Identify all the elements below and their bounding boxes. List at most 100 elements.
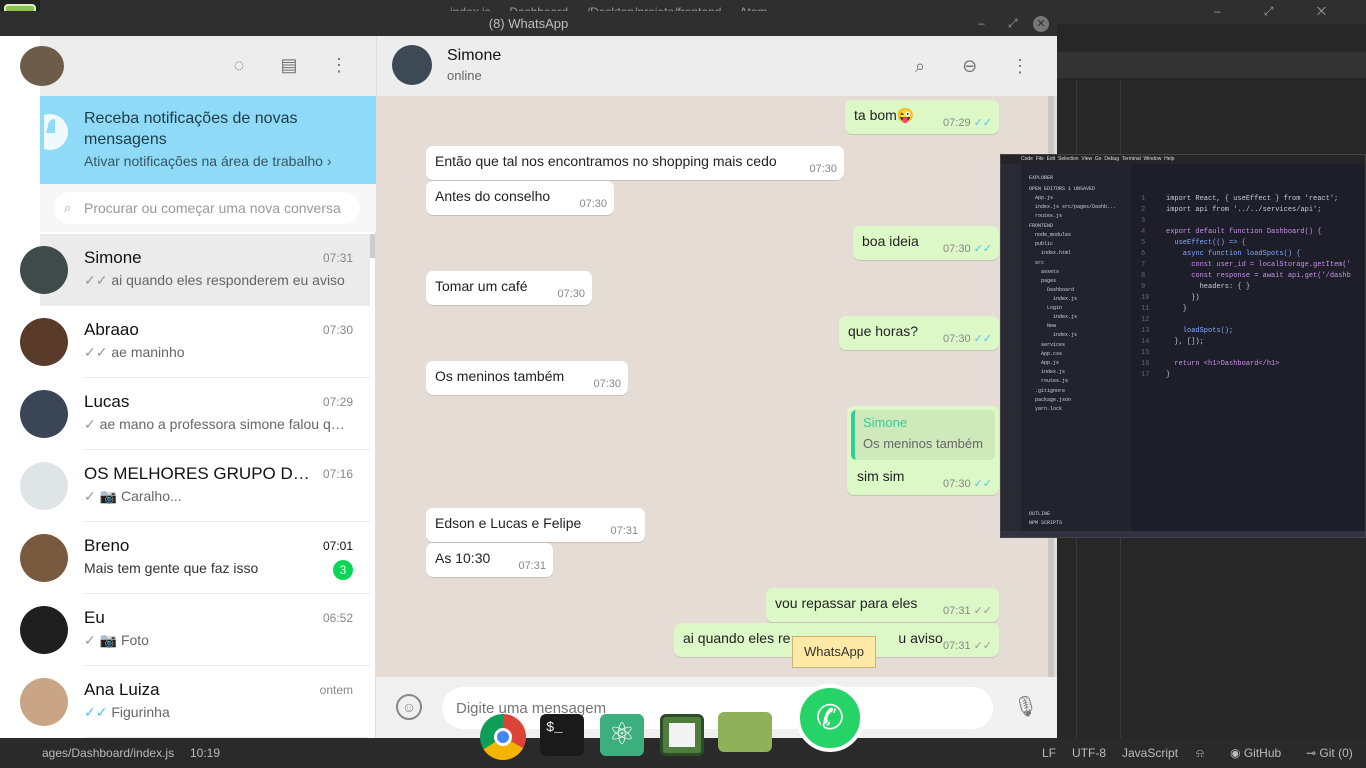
- minimize-button[interactable]: –: [978, 16, 985, 30]
- background-window-controls[interactable]: – ⤢ ✕: [1214, 4, 1346, 19]
- message-out[interactable]: boa ideia 07:30 ✓✓: [853, 226, 999, 260]
- explorer-item: index.js: [1053, 332, 1078, 338]
- chat-item-ana-luiza[interactable]: Ana Luiza ontem ✓✓ Figurinha: [20, 666, 370, 738]
- vscode-window-preview[interactable]: Code File Edit Selection View Go Debug T…: [1000, 154, 1366, 538]
- chat-item-breno[interactable]: Breno 07:01 Mais tem gente que faz isso …: [20, 522, 370, 594]
- message-time: 07:30: [557, 288, 585, 300]
- enable-notifications-link[interactable]: Ativar notificações na área de trabalho …: [84, 153, 331, 169]
- chat-item-eu[interactable]: Eu 06:52 ✓ 📷 Foto: [20, 594, 370, 666]
- chat-list-scrollbar[interactable]: [370, 234, 375, 258]
- background-tab-bar: [1056, 52, 1366, 78]
- message-out[interactable]: que horas? 07:30 ✓✓: [839, 316, 999, 350]
- chat-preview-text: Foto: [120, 632, 149, 648]
- vscode-menu: Code File Edit Selection View Go Debug T…: [1021, 156, 1175, 162]
- line-number: 4: [1141, 228, 1146, 236]
- line-number: 14: [1141, 338, 1150, 346]
- emoji-icon[interactable]: ☺: [396, 694, 422, 720]
- menu-icon[interactable]: ⋮: [328, 54, 350, 76]
- explorer-item: package.json: [1035, 397, 1072, 403]
- message-time: 07:30: [593, 378, 621, 390]
- message-in[interactable]: Antes do conselho 07:30: [426, 181, 614, 215]
- explorer-item: App.js: [1035, 195, 1054, 201]
- message-text: Antes do conselho: [435, 188, 551, 204]
- chat-preview: ✓ 📷 Caralho...: [84, 488, 349, 505]
- chat-name: OS MELHORES GRUPO D…: [84, 464, 310, 483]
- chat-item-simone[interactable]: Simone 07:31 ✓✓ ai quando eles responder…: [20, 234, 370, 306]
- line-number: 10: [1141, 294, 1150, 302]
- git-button[interactable]: ⊸ Git (0): [1306, 746, 1353, 760]
- message-time: 07:29 ✓✓: [943, 117, 992, 129]
- chat-preview-text: ae mano a professora simone falou q…: [99, 416, 345, 432]
- chat-name: Abraao: [84, 320, 139, 339]
- contact-name[interactable]: Simone: [447, 47, 501, 65]
- chat-item-group[interactable]: OS MELHORES GRUPO D… 07:16 ✓ 📷 Caralho..…: [20, 450, 370, 522]
- quoted-message[interactable]: Simone Os meninos também: [851, 410, 995, 460]
- message-in[interactable]: Tomar um café 07:30: [426, 271, 592, 305]
- dock-atom-icon[interactable]: ⚛: [600, 714, 644, 756]
- chat-preview: ✓ 📷 Foto: [84, 632, 349, 649]
- chat-item-lucas[interactable]: Lucas 07:29 ✓ ae mano a professora simon…: [20, 378, 370, 450]
- live-share-icon[interactable]: ⍾: [1196, 746, 1204, 761]
- grammar[interactable]: JavaScript: [1122, 746, 1178, 760]
- chat-preview: ✓ ae mano a professora simone falou q…: [84, 416, 349, 433]
- code-line: }): [1166, 294, 1200, 302]
- whatsapp-titlebar: (8) WhatsApp – ⤢ ✕: [0, 11, 1057, 36]
- dock-terminal-icon[interactable]: $_: [540, 714, 584, 756]
- git-icon: ⊸: [1306, 746, 1317, 760]
- message-in[interactable]: As 10:30 07:31: [426, 543, 553, 577]
- message-in[interactable]: Então que tal nos encontramos no shoppin…: [426, 146, 844, 180]
- line-number: 16: [1141, 360, 1150, 368]
- github-button[interactable]: ◉ GitHub: [1230, 746, 1281, 760]
- message-out[interactable]: ta bom😜 07:29 ✓✓: [845, 100, 999, 134]
- message-text-tail: u aviso: [898, 630, 943, 646]
- cursor-position[interactable]: 10:19: [190, 746, 220, 760]
- dock-text-editor-icon[interactable]: [660, 714, 704, 756]
- line-number: 17: [1141, 371, 1150, 379]
- explorer-item: assets: [1041, 269, 1060, 275]
- chat-time: 07:31: [322, 251, 353, 265]
- contact-avatar[interactable]: [392, 45, 432, 85]
- search-messages-icon[interactable]: ⌕: [908, 54, 932, 78]
- explorer-item: Dashboard: [1047, 287, 1075, 293]
- line-number: 3: [1141, 217, 1146, 225]
- close-button[interactable]: ✕: [1033, 16, 1049, 32]
- maximize-button[interactable]: ⤢: [1008, 16, 1018, 30]
- file-path[interactable]: ages/Dashboard/index.js: [42, 746, 174, 760]
- message-text: As 10:30: [435, 550, 491, 566]
- message-in[interactable]: Edson e Lucas e Felipe 07:31: [426, 508, 645, 542]
- message-out[interactable]: vou repassar para eles 07:31 ✓✓: [766, 588, 999, 622]
- vscode-explorer: [1021, 164, 1131, 532]
- contact-status: online: [447, 68, 482, 83]
- file-encoding[interactable]: UTF-8: [1072, 746, 1106, 760]
- line-ending[interactable]: LF: [1042, 746, 1056, 760]
- vscode-status-bar: [1001, 531, 1365, 537]
- line-number: 7: [1141, 261, 1146, 269]
- message-out-reply[interactable]: Simone Os meninos também sim sim 07:30 ✓✓: [847, 406, 999, 495]
- dock-chrome-icon[interactable]: [480, 714, 526, 760]
- dock-files-icon[interactable]: [718, 712, 772, 752]
- message-in[interactable]: Os meninos também 07:30: [426, 361, 628, 395]
- explorer-item: public: [1035, 241, 1054, 247]
- conversation-menu-icon[interactable]: ⋮: [1008, 54, 1032, 78]
- chat-preview: ✓✓ Figurinha: [84, 704, 349, 721]
- message-time: 07:30: [579, 198, 607, 210]
- explorer-item: yarn.lock: [1035, 406, 1063, 412]
- avatar: [20, 678, 68, 726]
- chat-preview: ✓✓ ai quando eles responderem eu aviso: [84, 272, 349, 289]
- chat-time: 07:16: [322, 467, 353, 481]
- code-line: }: [1166, 305, 1188, 313]
- sent-tick-icon: ✓: [84, 416, 96, 432]
- line-number: 13: [1141, 327, 1150, 335]
- chat-name: Breno: [84, 536, 130, 555]
- chat-preview-text: Caralho...: [120, 488, 182, 504]
- my-avatar[interactable]: [20, 46, 64, 86]
- explorer-item: node_modules: [1035, 232, 1072, 238]
- status-icon[interactable]: ◌: [228, 54, 250, 76]
- double-tick-icon: ✓✓: [973, 605, 992, 617]
- dock-whatsapp-icon[interactable]: ✆: [796, 684, 864, 752]
- microphone-icon[interactable]: 🎙: [1013, 694, 1038, 722]
- line-number: 15: [1141, 349, 1150, 357]
- new-chat-icon[interactable]: ▤: [278, 54, 300, 76]
- message-time: 07:30 ✓✓: [943, 478, 992, 490]
- chat-item-abraao[interactable]: Abraao 07:30 ✓✓ ae maninho: [20, 306, 370, 378]
